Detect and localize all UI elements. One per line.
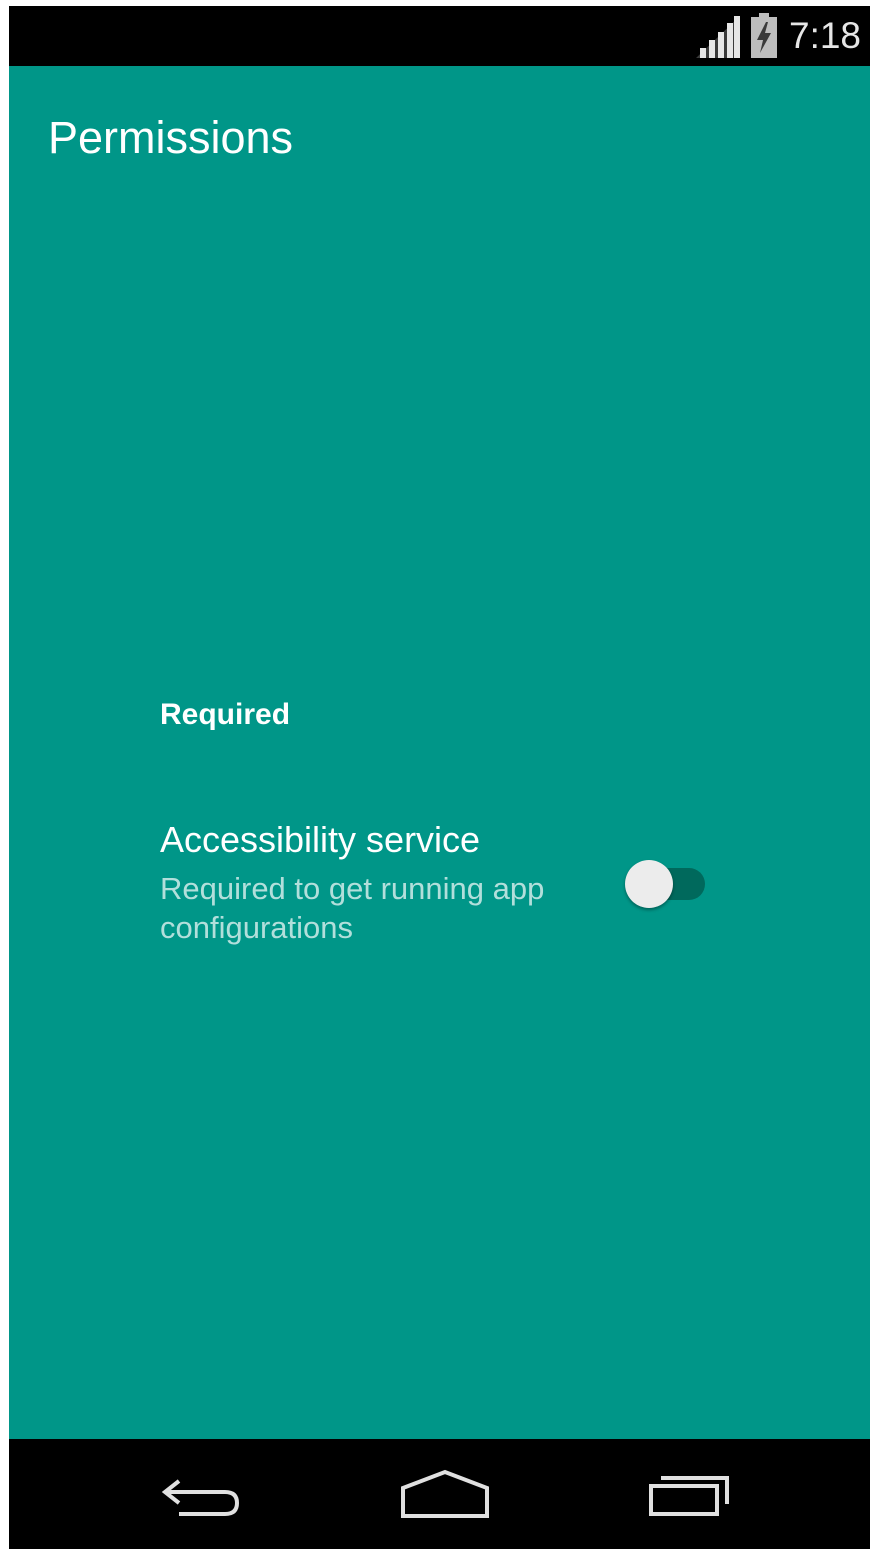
page-title: Permissions [48, 112, 294, 163]
home-icon [401, 1469, 489, 1518]
navigation-bar [9, 1439, 870, 1549]
section-header-required: Required [160, 698, 291, 731]
status-clock: 7:18 [789, 15, 862, 56]
preference-title: Accessibility service [160, 819, 481, 860]
status-bar: 7:18 [9, 6, 870, 66]
app-content: Permissions Required Accessibility servi… [9, 66, 870, 1439]
battery-charging-icon [751, 13, 777, 58]
signal-icon [696, 16, 740, 58]
recents-icon [649, 1476, 729, 1516]
home-button[interactable] [375, 1454, 515, 1534]
accessibility-service-switch[interactable] [625, 856, 709, 912]
device-screen: 7:18 Permissions Required Accessibility … [9, 6, 870, 1549]
back-icon [161, 1479, 240, 1516]
accessibility-service-preference[interactable]: Accessibility service Required to get ru… [149, 804, 729, 964]
switch-thumb [625, 860, 673, 908]
back-button[interactable] [133, 1454, 273, 1534]
preference-summary: Required to get running app configuratio… [160, 871, 545, 945]
recents-button[interactable] [620, 1454, 760, 1534]
